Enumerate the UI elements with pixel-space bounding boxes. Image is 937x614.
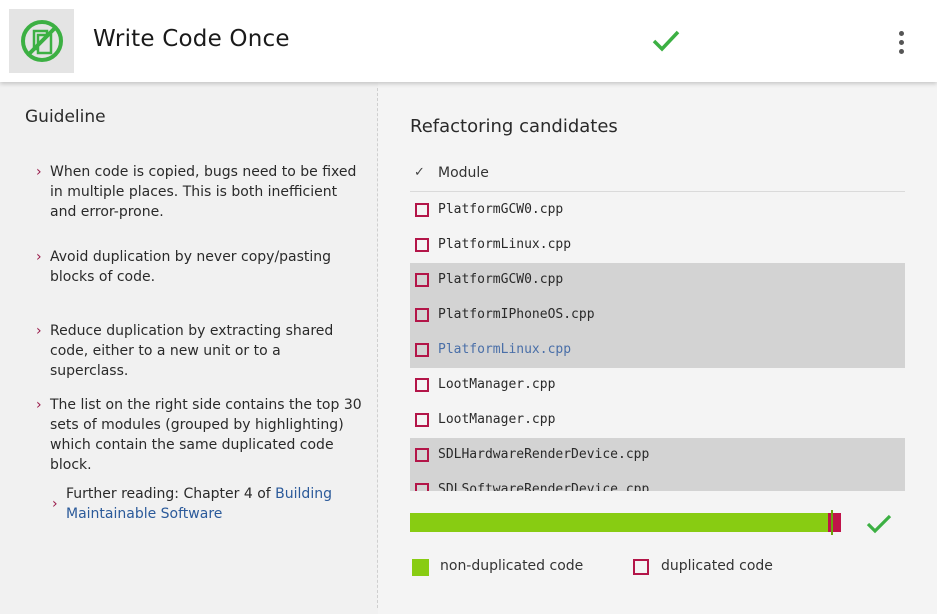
candidates-title: Refactoring candidates xyxy=(410,116,618,137)
checkbox[interactable] xyxy=(415,343,429,357)
module-name: SDLSoftwareRenderDevice.cpp xyxy=(438,482,650,491)
guideline-title: Guideline xyxy=(25,107,106,127)
list-item[interactable]: LootManager.cpp xyxy=(410,368,905,403)
checkbox[interactable] xyxy=(415,308,429,322)
candidates-panel: Refactoring candidates ✓ Module Platform… xyxy=(378,82,937,614)
check-icon: ✓ xyxy=(414,165,425,180)
module-name: LootManager.cpp xyxy=(438,412,556,427)
module-list[interactable]: PlatformGCW0.cpp PlatformLinux.cpp Platfor… xyxy=(410,193,905,491)
chevron-right-icon: › xyxy=(36,323,42,339)
list-item[interactable]: PlatformGCW0.cpp xyxy=(410,193,905,228)
column-header: ✓ Module xyxy=(410,162,905,192)
duplicated-bar xyxy=(828,513,841,532)
header: Write Code Once xyxy=(0,0,937,82)
module-name: PlatformGCW0.cpp xyxy=(438,272,564,287)
menu-dot xyxy=(899,31,904,36)
list-item[interactable]: LootManager.cpp xyxy=(410,403,905,438)
chevron-right-icon: › xyxy=(52,496,58,512)
guideline-bullet: › When code is copied, bugs need to be f… xyxy=(36,162,358,222)
chevron-right-icon: › xyxy=(36,164,42,180)
checkbox[interactable] xyxy=(415,203,429,217)
guideline-bullet: › The list on the right side contains th… xyxy=(36,395,362,473)
list-item[interactable]: PlatformLinux.cpp xyxy=(410,228,905,263)
guideline-panel: Guideline › When code is copied, bugs ne… xyxy=(0,82,378,614)
non-duplicated-bar xyxy=(410,513,828,532)
guideline-bullet-text: The list on the right side contains the … xyxy=(50,397,362,473)
checkbox[interactable] xyxy=(415,378,429,392)
legend-label: non-duplicated code xyxy=(440,558,584,574)
checkbox[interactable] xyxy=(415,448,429,462)
guideline-bullet-text: Reduce duplication by extracting shared … xyxy=(50,323,334,379)
module-name: PlatformIPhoneOS.cpp xyxy=(438,307,595,322)
legend-swatch-red xyxy=(633,559,649,575)
menu-dot xyxy=(899,49,904,54)
list-item[interactable]: PlatformGCW0.cpp xyxy=(410,263,905,298)
duplication-bar xyxy=(410,510,850,535)
menu-dot xyxy=(899,40,904,45)
further-reading-text: Further reading: Chapter 4 of Building M… xyxy=(66,484,356,524)
list-item[interactable]: PlatformIPhoneOS.cpp xyxy=(410,298,905,333)
main-content: Guideline › When code is copied, bugs ne… xyxy=(0,82,937,614)
module-name: PlatformGCW0.cpp xyxy=(438,202,564,217)
chevron-right-icon: › xyxy=(36,249,42,265)
chevron-right-icon: › xyxy=(36,397,42,413)
list-item[interactable]: SDLHardwareRenderDevice.cpp xyxy=(410,438,905,473)
checkbox[interactable] xyxy=(415,273,429,287)
no-copy-icon xyxy=(21,20,63,62)
legend-label: duplicated code xyxy=(661,558,773,574)
checkmark-icon xyxy=(652,30,680,52)
guideline-bullet: › Avoid duplication by never copy/pastin… xyxy=(36,247,358,287)
list-item[interactable]: PlatformLinux.cpp xyxy=(410,333,905,368)
guideline-bullet-text: When code is copied, bugs need to be fix… xyxy=(50,164,357,220)
list-item[interactable]: SDLSoftwareRenderDevice.cpp xyxy=(410,473,905,491)
checkbox[interactable] xyxy=(415,483,429,491)
guideline-bullet-text: Avoid duplication by never copy/pasting … xyxy=(50,249,332,285)
legend-swatch-green xyxy=(412,559,429,576)
threshold-marker xyxy=(831,510,833,535)
checkbox[interactable] xyxy=(415,413,429,427)
page-title: Write Code Once xyxy=(93,26,290,52)
checkbox[interactable] xyxy=(415,238,429,252)
guideline-bullet: › Reduce duplication by extracting share… xyxy=(36,321,358,379)
further-reading-prefix: Further reading: Chapter 4 of xyxy=(66,486,276,502)
module-name: LootManager.cpp xyxy=(438,377,556,392)
module-name: PlatformLinux.cpp xyxy=(438,237,572,252)
checkmark-icon xyxy=(866,514,892,534)
column-header-module: Module xyxy=(438,165,489,181)
module-name: SDLHardwareRenderDevice.cpp xyxy=(438,447,650,462)
logo xyxy=(9,9,74,73)
module-name[interactable]: PlatformLinux.cpp xyxy=(438,342,571,357)
more-vert-icon[interactable] xyxy=(893,28,911,58)
further-reading: › Further reading: Chapter 4 of Building… xyxy=(52,484,352,524)
